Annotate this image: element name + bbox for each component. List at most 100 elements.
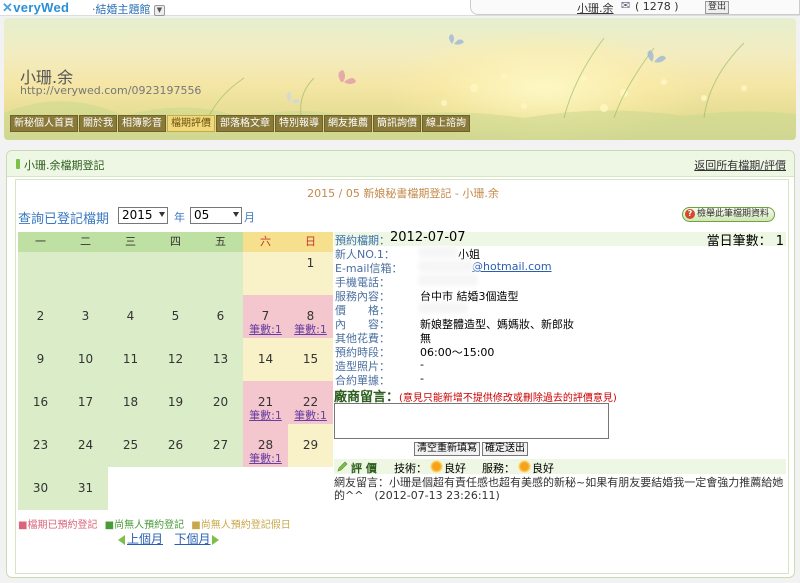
calendar-day: 14 (243, 338, 288, 381)
day-number: 6 (216, 309, 225, 323)
calendar-day: 19 (153, 381, 198, 424)
day-number: 18 (122, 395, 139, 409)
field-value: 06:00～15:00 (420, 346, 495, 359)
nav-item[interactable]: 特別報導 (275, 115, 323, 132)
sun-icon (430, 460, 443, 473)
month-select[interactable]: 05 (190, 207, 242, 224)
year-select[interactable]: 2015 (118, 207, 168, 224)
theme-menu[interactable]: ·結婚主題館 ▼ (92, 1, 165, 17)
weekday-header: 二 (63, 232, 108, 252)
calendar-empty-cell (18, 252, 63, 295)
calendar-day: 13 (198, 338, 243, 381)
nav-item[interactable]: 關於我 (79, 115, 117, 132)
redacted-email (418, 260, 474, 272)
schedule-content: 2015 / 05 新娘秘書檔期登記 - 小珊.余 查詢已登記檔期 2015 年… (15, 179, 789, 574)
booking-count-link[interactable]: 筆數:1 (243, 321, 288, 337)
day-number: 26 (167, 438, 184, 452)
report-booking-button[interactable]: ? 檢舉此筆檔期資料 (682, 207, 776, 222)
mail-count[interactable]: ( 1278 ) (635, 0, 679, 13)
day-number: 17 (77, 395, 94, 409)
back-to-all-link[interactable]: 返回所有檔期/評價 (694, 157, 786, 173)
merchant-comment-textarea[interactable] (334, 403, 609, 439)
logout-button[interactable]: 登出 (705, 1, 730, 14)
calendar-day: 30 (18, 467, 63, 510)
calendar-day: 17 (63, 381, 108, 424)
nav-item[interactable]: 簡訊詢價 (373, 115, 421, 132)
mail-icon[interactable]: ✉ (621, 0, 630, 12)
user-name-link[interactable]: 小珊.余 (577, 0, 614, 16)
booking-date: 2012-07-07 (390, 230, 466, 245)
day-number: 12 (167, 352, 184, 366)
rating-bar: 評 價 技術： 良好 服務： 良好 (334, 459, 786, 475)
calendar-day: 12 (153, 338, 198, 381)
month-unit: 月 (244, 211, 255, 224)
nav-item[interactable]: 檔期評價 (167, 115, 215, 132)
verywed-logo[interactable]: ✕veryWed (2, 0, 69, 16)
redacted-name (418, 246, 458, 258)
booking-count-link[interactable]: 筆數:1 (288, 321, 333, 337)
service-label: 服務： (482, 462, 515, 475)
year-unit: 年 (174, 211, 185, 224)
calendar-day[interactable]: 28 筆數:1 (243, 424, 288, 467)
day-number: 24 (77, 438, 94, 452)
nav-item[interactable]: 相簿影音 (118, 115, 166, 132)
calendar-day: 10 (63, 338, 108, 381)
prev-month-link[interactable]: 上個月 (127, 532, 163, 546)
calendar-empty-cell (288, 467, 333, 510)
panel-header: 小珊.余檔期登記 返回所有檔期/評價 (7, 151, 794, 177)
calendar-legend: ■檔期已預約登記 ■尚無人預約登記 ■尚無人預約登記假日 (18, 516, 295, 531)
next-arrow-icon (212, 534, 220, 545)
nav-item[interactable]: 部落格文章 (216, 115, 274, 132)
weekday-header: 日 (288, 232, 333, 252)
day-number: 15 (302, 352, 319, 366)
booking-count-link[interactable]: 筆數:1 (243, 450, 288, 466)
submit-button[interactable]: 確定送出 (482, 442, 528, 456)
day-number: 9 (36, 352, 45, 366)
calendar-empty-cell (153, 252, 198, 295)
calendar-empty-cell (153, 467, 198, 510)
profile-nav: 新秘個人首頁 關於我 相簿影音 檔期評價 部落格文章 特別報導 網友推薦 簡訊詢價 線上諮詢 (10, 115, 471, 133)
day-number: 14 (257, 352, 274, 366)
day-number: 5 (171, 309, 180, 323)
calendar-day: 9 (18, 338, 63, 381)
query-label: 查詢已登記檔期 (18, 212, 110, 227)
nav-item[interactable]: 新秘個人首頁 (10, 115, 78, 132)
booking-count-link[interactable]: 筆數:1 (288, 407, 333, 423)
calendar-day: 4 (108, 295, 153, 338)
page-heading: 2015 / 05 新娘秘書檔期登記 - 小珊.余 (307, 187, 499, 200)
chevron-down-icon[interactable]: ▼ (154, 4, 165, 16)
calendar-empty-cell (198, 467, 243, 510)
clear-button[interactable]: 清空重新填寫 (414, 442, 480, 456)
calendar-empty-cell (198, 252, 243, 295)
calendar-day: 6 (198, 295, 243, 338)
calendar-day: 2 (18, 295, 63, 338)
calendar-empty-cell (108, 467, 153, 510)
calendar-day: 11 (108, 338, 153, 381)
year-value: 2015 (122, 208, 153, 222)
bar-icon (16, 159, 20, 169)
chevron-down-icon (159, 212, 165, 217)
calendar-day: 31 (63, 467, 108, 510)
calendar-day[interactable]: 7 筆數:1 (243, 295, 288, 338)
calendar-day: 15 (288, 338, 333, 381)
day-number: 16 (32, 395, 49, 409)
panel-title: 小珊.余檔期登記 (24, 159, 105, 172)
calendar-day: 29 (288, 424, 333, 467)
calendar-day[interactable]: 21 筆數:1 (243, 381, 288, 424)
day-number: 4 (126, 309, 135, 323)
calendar-day[interactable]: 22 筆數:1 (288, 381, 333, 424)
next-month-link[interactable]: 下個月 (174, 532, 210, 546)
calendar-day: 27 (198, 424, 243, 467)
nav-item[interactable]: 網友推薦 (324, 115, 372, 132)
redacted-phone (418, 274, 478, 286)
calendar-empty-cell (243, 467, 288, 510)
day-number: 20 (212, 395, 229, 409)
booking-count-link[interactable]: 筆數:1 (243, 407, 288, 423)
calendar-day[interactable]: 8 筆數:1 (288, 295, 333, 338)
tech-label: 技術： (394, 462, 427, 475)
day-number: 11 (122, 352, 139, 366)
field-value[interactable]: @hotmail.com (472, 260, 552, 273)
nav-item[interactable]: 線上諮詢 (422, 115, 470, 132)
day-number: 31 (77, 481, 94, 495)
calendar-day: 20 (198, 381, 243, 424)
